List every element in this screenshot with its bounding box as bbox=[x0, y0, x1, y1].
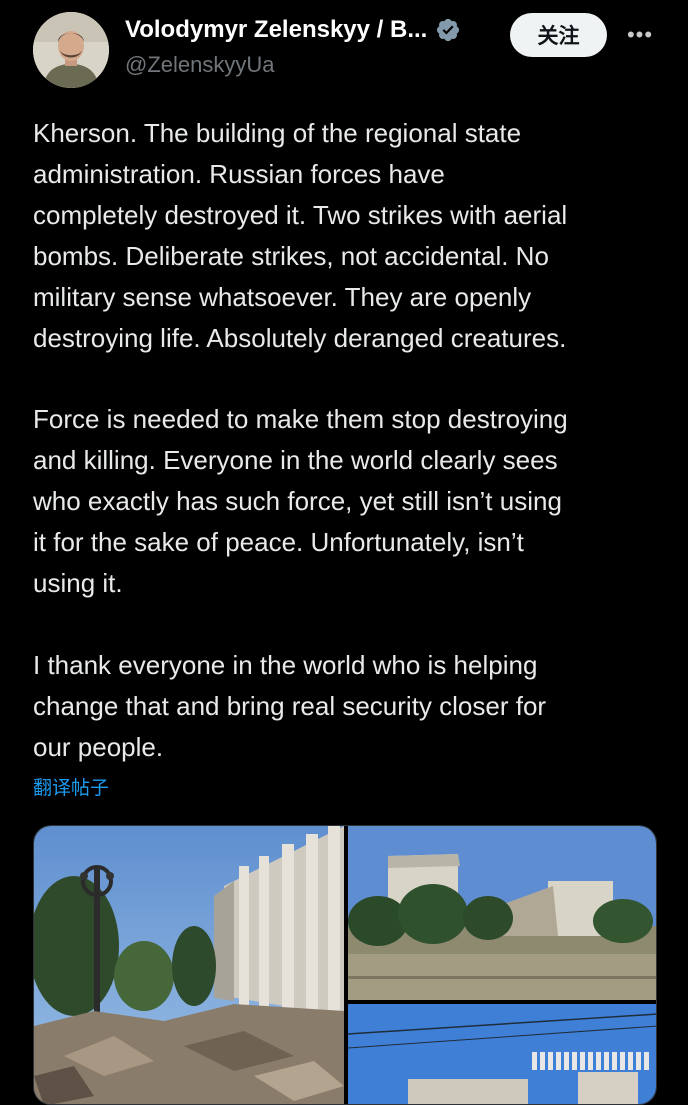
avatar-image bbox=[33, 12, 109, 88]
verified-badge-icon bbox=[437, 18, 460, 42]
tweet-paragraph: I thank everyone in the world who is hel… bbox=[33, 645, 673, 768]
translate-post-link[interactable]: 翻译帖子 bbox=[33, 773, 109, 800]
name-row: Volodymyr Zelenskyy / B... bbox=[125, 16, 461, 44]
tweet-line: our people. bbox=[33, 731, 164, 762]
tweet-line: I thank everyone in the world who is hel… bbox=[33, 649, 538, 680]
tweet-text: Kherson. The building of the regional st… bbox=[33, 113, 673, 767]
tweet-line: completely destroyed it. Two strikes wit… bbox=[33, 199, 568, 230]
more-horizontal-icon[interactable]: ••• bbox=[622, 20, 658, 50]
tweet-line: administration. Russian forces have bbox=[33, 158, 445, 189]
follow-button[interactable]: 关注 bbox=[510, 13, 607, 57]
photo-building-distant-view[interactable] bbox=[348, 826, 656, 1000]
tweet-line: who exactly has such force, yet still is… bbox=[33, 486, 562, 517]
tweet-paragraph: Kherson. The building of the regional st… bbox=[33, 113, 673, 358]
photo-distant-image bbox=[348, 826, 656, 1000]
tweet-line: it for the sake of peace. Unfortunately,… bbox=[33, 527, 524, 558]
tweet-header: Volodymyr Zelenskyy / B... @ZelenskyyUa … bbox=[0, 0, 688, 100]
tweet-line: change that and bring real security clos… bbox=[33, 690, 547, 721]
tweet-line: military sense whatsoever. They are open… bbox=[33, 281, 532, 312]
photo-ruins-image bbox=[34, 826, 344, 1104]
avatar[interactable] bbox=[33, 12, 109, 88]
tweet-line: Kherson. The building of the regional st… bbox=[33, 118, 522, 148]
author-handle[interactable]: @ZelenskyyUa bbox=[125, 52, 275, 78]
tweet-line: using it. bbox=[33, 567, 123, 598]
watermark-logo bbox=[532, 1052, 649, 1070]
tweet-paragraph: Force is needed to make them stop destro… bbox=[33, 399, 673, 604]
display-name[interactable]: Volodymyr Zelenskyy / B... bbox=[125, 16, 427, 44]
tweet-line: Force is needed to make them stop destro… bbox=[33, 404, 568, 435]
photo-building-ruins-street[interactable] bbox=[34, 826, 344, 1104]
tweet-line: bombs. Deliberate strikes, not accidenta… bbox=[33, 240, 549, 271]
tweet-line: destroying life. Absolutely deranged cre… bbox=[33, 322, 567, 353]
tweet-line: and killing. Everyone in the world clear… bbox=[33, 445, 558, 476]
